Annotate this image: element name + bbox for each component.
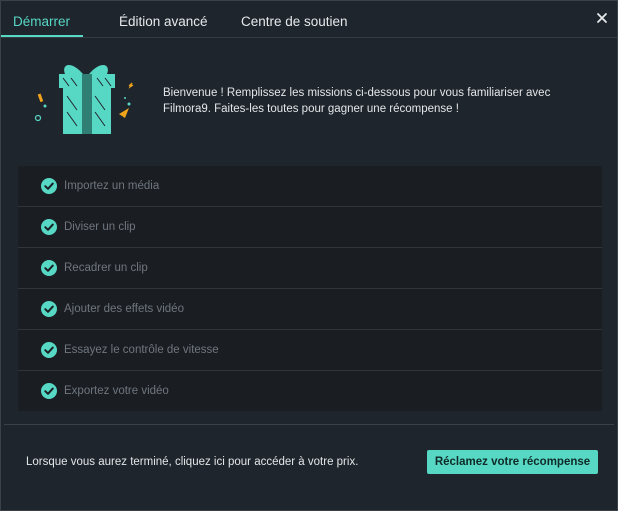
mission-item-effects: Ajouter des effets vidéo: [18, 289, 602, 330]
check-circle-icon: [41, 383, 57, 399]
gift-icon: [34, 64, 134, 134]
mission-label: Recadrer un clip: [64, 262, 148, 274]
tab-edition-avance[interactable]: Édition avancé: [119, 1, 208, 37]
mission-label: Importez un média: [64, 180, 160, 192]
missions-dialog: Démarrer Édition avancé Centre de soutie…: [0, 0, 618, 511]
mission-label: Exportez votre vidéo: [64, 385, 169, 397]
check-circle-icon: [41, 342, 57, 358]
mission-item-export: Exportez votre vidéo: [18, 371, 602, 411]
confetti-icon: [37, 93, 44, 103]
mission-item-crop: Recadrer un clip: [18, 248, 602, 289]
tab-centre-de-soutien[interactable]: Centre de soutien: [241, 1, 348, 37]
footer-divider: [4, 424, 614, 425]
footer-text: Lorsque vous aurez terminé, cliquez ici …: [26, 456, 359, 468]
mission-label: Ajouter des effets vidéo: [64, 303, 184, 315]
check-circle-icon: [41, 301, 57, 317]
welcome-text: Bienvenue ! Remplissez les missions ci-d…: [163, 87, 551, 115]
active-tab-indicator: [1, 35, 83, 37]
mission-item-split: Diviser un clip: [18, 207, 602, 248]
check-circle-icon: [41, 219, 57, 235]
tab-demarrer[interactable]: Démarrer: [13, 1, 70, 37]
mission-label: Essayez le contrôle de vitesse: [64, 344, 219, 356]
tab-bar: Démarrer Édition avancé Centre de soutie…: [1, 1, 617, 38]
mission-label: Diviser un clip: [64, 221, 136, 233]
mission-list: Importez un média Diviser un clip Recadr…: [18, 166, 602, 411]
close-icon[interactable]: [595, 11, 609, 25]
mission-item-speed: Essayez le contrôle de vitesse: [18, 330, 602, 371]
claim-reward-button[interactable]: Réclamez votre récompense: [427, 450, 598, 474]
check-circle-icon: [41, 178, 57, 194]
mission-item-import: Importez un média: [18, 166, 602, 207]
check-circle-icon: [41, 260, 57, 276]
